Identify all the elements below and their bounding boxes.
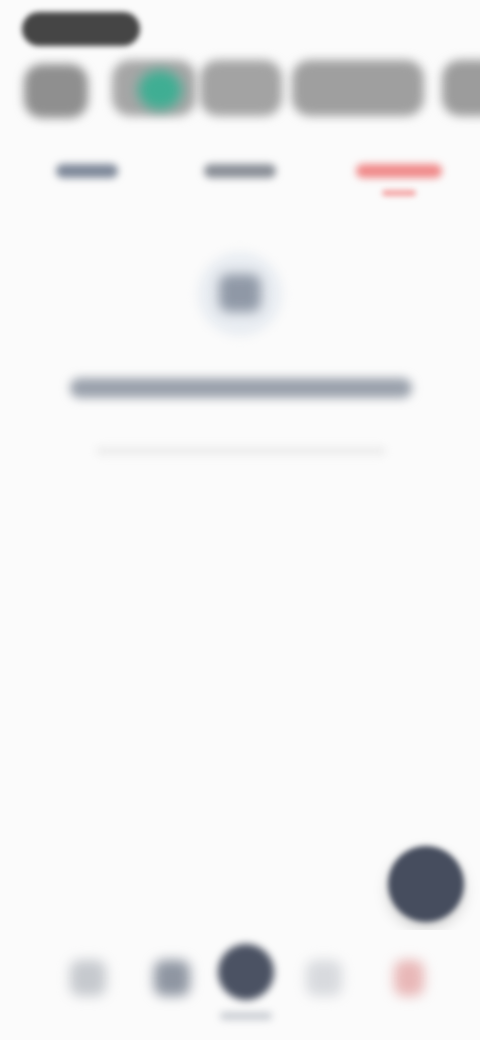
- status-pill: [22, 12, 140, 46]
- floating-action-button[interactable]: [388, 846, 464, 922]
- empty-state-submessage: [96, 446, 386, 456]
- nav-center-label: [220, 1012, 272, 1020]
- filter-chip-row[interactable]: [0, 60, 480, 120]
- filter-chip[interactable]: [292, 60, 424, 116]
- tab-second[interactable]: [204, 164, 276, 178]
- filter-chip[interactable]: [200, 60, 282, 116]
- chart-icon[interactable]: [154, 960, 190, 996]
- tab-third-active[interactable]: [356, 164, 442, 178]
- filter-chip[interactable]: [442, 60, 480, 116]
- bottom-navigation: [0, 930, 480, 1040]
- heart-icon[interactable]: [394, 960, 424, 996]
- home-icon[interactable]: [70, 960, 106, 996]
- add-icon[interactable]: [218, 944, 274, 1000]
- selected-chip-indicator: [138, 70, 182, 110]
- empty-box-icon: [219, 274, 261, 312]
- empty-state-message: [70, 378, 412, 398]
- filter-chip[interactable]: [24, 64, 88, 118]
- tab-first[interactable]: [56, 164, 118, 178]
- app-screen: [0, 0, 480, 1040]
- active-tab-indicator: [382, 190, 416, 196]
- tab-bar: [0, 150, 480, 206]
- settings-icon[interactable]: [306, 960, 342, 996]
